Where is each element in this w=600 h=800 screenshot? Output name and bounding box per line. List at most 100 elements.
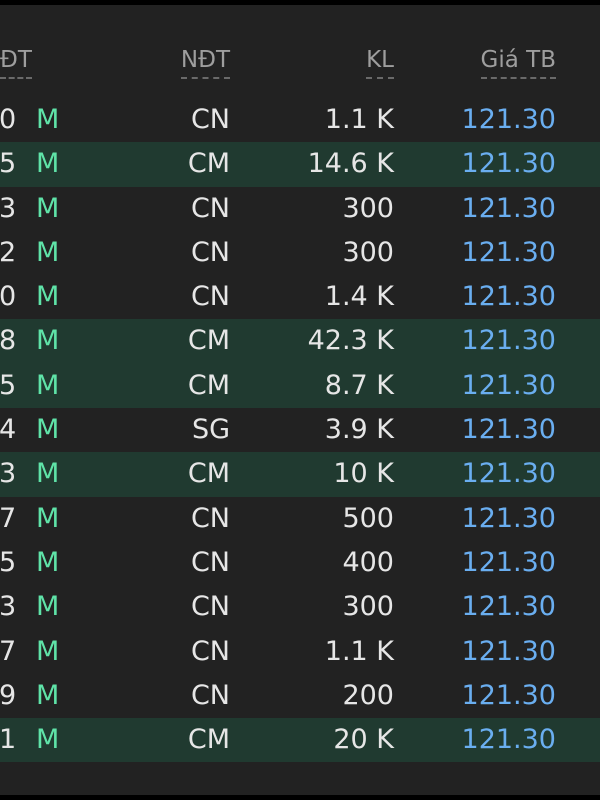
table-row[interactable]: 7 M CN 500 121.30 [0, 497, 600, 541]
row-side: M [36, 192, 60, 224]
table-row[interactable]: 1 M CM 20 K 121.30 [0, 718, 600, 763]
table-row[interactable]: 5 M CN 400 121.30 [0, 541, 600, 585]
row-investor-type: CN [190, 679, 230, 711]
row-side: M [36, 148, 60, 180]
row-id: 5 [0, 546, 17, 578]
row-side: M [36, 414, 60, 446]
row-side: M [36, 458, 60, 490]
row-volume: 500 [342, 502, 394, 534]
row-price: 121.30 [461, 635, 556, 667]
row-id: 0 [0, 104, 17, 135]
row-side: M [36, 724, 60, 756]
row-volume: 8.7 K [324, 369, 394, 401]
row-id: 7 [0, 635, 17, 667]
row-volume: 300 [342, 591, 394, 623]
row-side: M [36, 546, 60, 578]
row-investor-type: CN [190, 236, 230, 268]
row-id: 3 [0, 591, 17, 623]
row-volume: 300 [342, 236, 394, 268]
row-id: 0 [0, 281, 17, 313]
header-volume-label: KL [366, 47, 394, 79]
row-price: 121.30 [461, 281, 556, 313]
row-price: 121.30 [461, 369, 556, 401]
row-volume: 20 K [333, 724, 394, 756]
table-row[interactable]: 4 M SG 3.9 K 121.30 [0, 408, 600, 452]
row-investor-type: CM [187, 458, 230, 490]
table-row[interactable]: 3 M CN 300 121.30 [0, 585, 600, 629]
row-volume: 1.1 K [324, 104, 394, 135]
row-volume: 14.6 K [307, 148, 394, 180]
row-price: 121.30 [461, 236, 556, 268]
row-side: M [36, 679, 60, 711]
header-avg-price[interactable]: Giá TB [480, 45, 556, 79]
row-investor-type: CM [187, 148, 230, 180]
row-price: 121.30 [461, 591, 556, 623]
row-side: M [36, 369, 60, 401]
table-header: ĐT NĐT KL Giá TB [0, 5, 600, 93]
row-price: 121.30 [461, 414, 556, 446]
row-side: M [36, 591, 60, 623]
row-side: M [36, 502, 60, 534]
row-volume: 10 K [333, 458, 394, 490]
row-investor-type: CN [190, 591, 230, 623]
trade-list-panel: ĐT NĐT KL Giá TB 0 M CN 1.1 K 121.30 5 M CM 14.6… [0, 5, 600, 795]
row-price: 121.30 [461, 192, 556, 224]
row-id: 1 [0, 724, 17, 756]
row-investor-type: CN [190, 281, 230, 313]
row-side: M [36, 236, 60, 268]
row-price: 121.30 [461, 502, 556, 534]
row-id: 5 [0, 148, 17, 180]
row-side: M [36, 325, 60, 357]
table-row[interactable]: 3 M CN 300 121.30 [0, 187, 600, 231]
row-price: 121.30 [461, 104, 556, 135]
row-price: 121.30 [461, 325, 556, 357]
header-investor[interactable]: ĐT [0, 45, 32, 79]
table-row[interactable]: 8 M CM 42.3 K 121.30 [0, 319, 600, 364]
table-row[interactable]: 9 M CN 200 121.30 [0, 674, 600, 718]
row-id: 9 [0, 679, 17, 711]
row-investor-type: CM [187, 325, 230, 357]
row-investor-type: SG [191, 414, 230, 446]
row-id: 5 [0, 369, 17, 401]
row-volume: 1.4 K [324, 281, 394, 313]
header-investor-type[interactable]: NĐT [180, 45, 230, 79]
table-row[interactable]: 5 M CM 8.7 K 121.30 [0, 363, 600, 409]
row-price: 121.30 [461, 458, 556, 490]
header-investor-label: ĐT [0, 47, 32, 79]
row-id: 3 [0, 458, 17, 490]
row-id: 7 [0, 502, 17, 534]
row-investor-type: CN [190, 192, 230, 224]
row-price: 121.30 [461, 679, 556, 711]
table-row[interactable]: 7 M CN 1.1 K 121.30 [0, 630, 600, 674]
row-volume: 200 [342, 679, 394, 711]
row-investor-type: CN [190, 546, 230, 578]
row-side: M [36, 635, 60, 667]
table-row[interactable]: 0 M CN 1.4 K 121.30 [0, 275, 600, 319]
row-id: 4 [0, 414, 17, 446]
row-price: 121.30 [461, 724, 556, 756]
row-volume: 3.9 K [324, 414, 394, 446]
row-investor-type: CN [190, 502, 230, 534]
table-row[interactable]: 2 M CN 300 121.30 [0, 231, 600, 275]
header-investor-type-label: NĐT [180, 47, 230, 79]
row-side: M [36, 281, 60, 313]
row-volume: 1.1 K [324, 635, 394, 667]
row-id: 3 [0, 192, 17, 224]
row-volume: 400 [342, 546, 394, 578]
row-id: 2 [0, 236, 17, 268]
table-row[interactable]: 3 M CM 10 K 121.30 [0, 452, 600, 497]
row-price: 121.30 [461, 148, 556, 180]
row-volume: 42.3 K [307, 325, 394, 357]
row-investor-type: CN [190, 635, 230, 667]
row-id: 8 [0, 325, 17, 357]
row-price: 121.30 [461, 546, 556, 578]
row-investor-type: CN [190, 104, 230, 135]
row-investor-type: CM [187, 369, 230, 401]
header-volume[interactable]: KL [366, 45, 394, 79]
table-row[interactable]: 5 M CM 14.6 K 121.30 [0, 142, 600, 187]
header-avg-price-label: Giá TB [480, 47, 556, 79]
table-row[interactable]: 0 M CN 1.1 K 121.30 [0, 98, 600, 142]
row-side: M [36, 104, 60, 135]
row-volume: 300 [342, 192, 394, 224]
row-investor-type: CM [187, 724, 230, 756]
